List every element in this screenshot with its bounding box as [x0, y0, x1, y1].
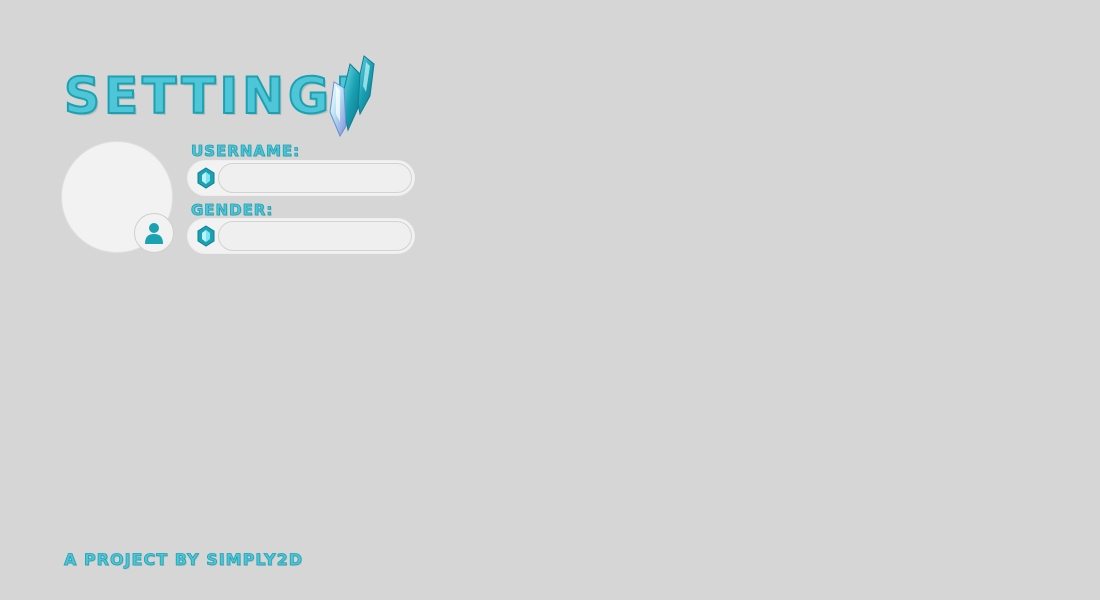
user-icon	[145, 223, 163, 244]
gender-field	[187, 218, 415, 254]
username-label: USERNAME:	[191, 142, 301, 161]
username-field	[187, 160, 415, 196]
username-input[interactable]	[218, 163, 412, 193]
avatar-user-button[interactable]	[134, 213, 174, 253]
crystal-cluster-icon	[329, 55, 375, 138]
gender-input[interactable]	[218, 221, 412, 251]
gem-icon	[197, 167, 215, 189]
gender-label: GENDER:	[191, 201, 274, 220]
gem-icon	[197, 225, 215, 247]
footer-credit: A PROJECT BY SIMPLY2D	[64, 550, 304, 570]
page-title: SETTING!	[63, 66, 360, 126]
